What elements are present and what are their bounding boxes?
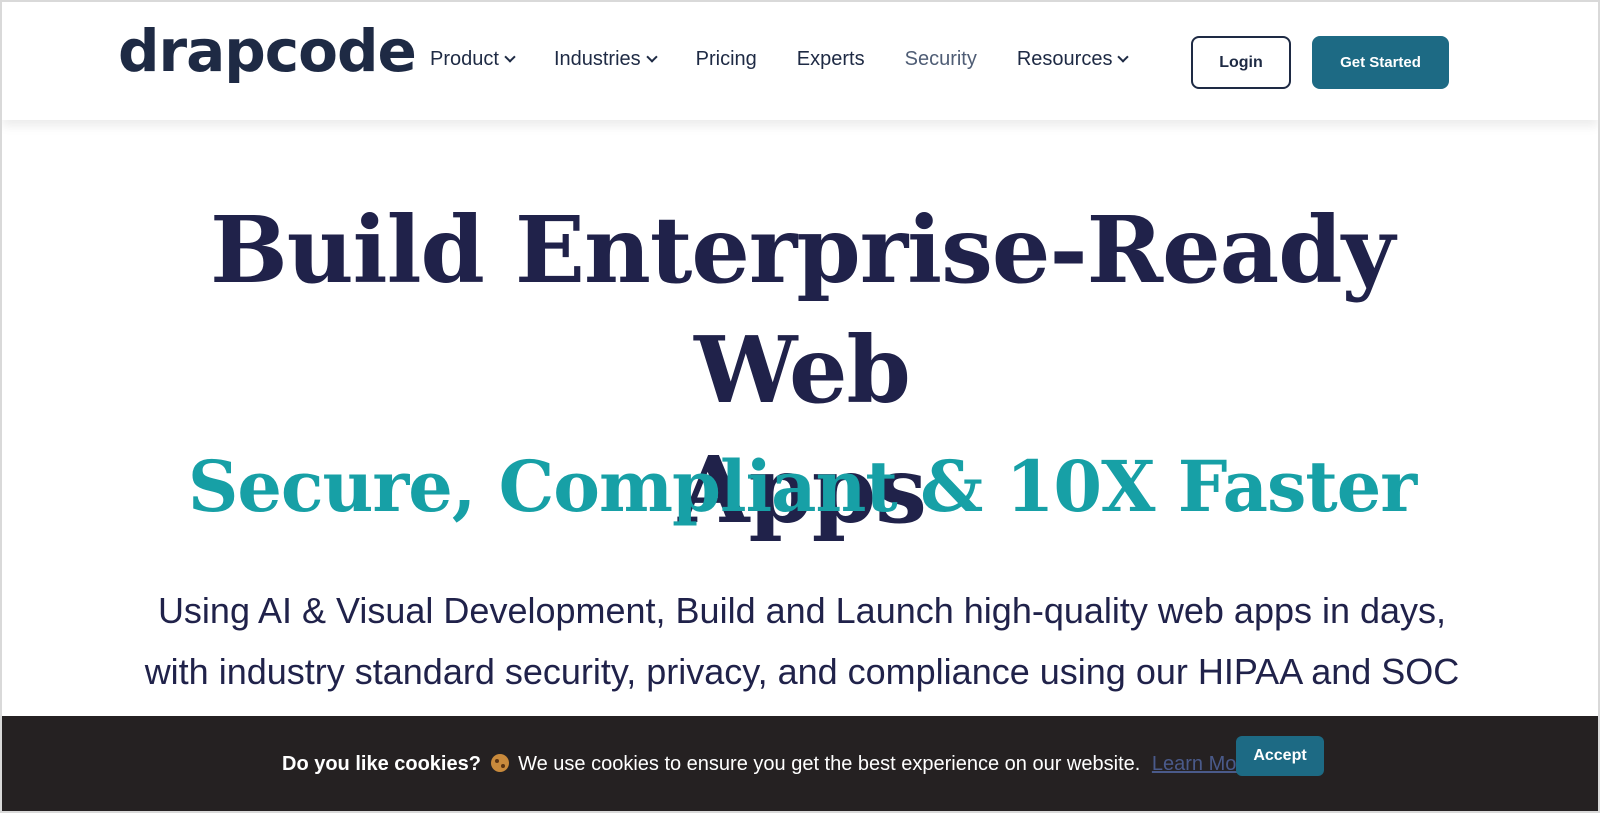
hero-title-line-1: Build Enterprise-Ready Web	[209, 196, 1395, 424]
nav-item-label: Security	[904, 48, 977, 70]
nav-item-label: Experts	[796, 48, 865, 70]
cookie-consent-bar: Do you like cookies? We use cookies to e…	[2, 716, 1598, 811]
login-button[interactable]: Login	[1191, 36, 1291, 89]
chevron-down-icon	[1117, 51, 1130, 63]
nav-item-product[interactable]: Product	[430, 48, 516, 71]
nav-item-label: Industries	[553, 48, 641, 70]
nav-item-experts[interactable]: Experts	[797, 48, 865, 71]
drapcode-logo[interactable]: drapcode	[118, 22, 417, 80]
site-header: drapcode Product Industries Pricing Expe…	[2, 2, 1598, 120]
nav-item-resources[interactable]: Resources	[1016, 48, 1130, 71]
cookie-icon	[490, 754, 509, 772]
nav-item-label: Product	[430, 48, 499, 70]
nav-item-industries[interactable]: Industries	[553, 48, 658, 71]
cookie-question: Do you like cookies?	[282, 753, 481, 775]
cookie-message-text: We use cookies to ensure you get the bes…	[518, 753, 1141, 775]
hero-description-line-1: Using AI & Visual Development, Build and…	[157, 590, 1447, 631]
main-nav: Product Industries Pricing Experts Secur…	[430, 48, 1167, 71]
nav-item-label: Pricing	[695, 48, 757, 70]
hero-description-line-2: with industry standard security, privacy…	[144, 651, 1460, 692]
browser-viewport: drapcode Product Industries Pricing Expe…	[0, 0, 1600, 813]
hero-description: Using AI & Visual Development, Build and…	[112, 580, 1492, 702]
cookie-message: Do you like cookies? We use cookies to e…	[282, 753, 1254, 776]
accept-cookies-button[interactable]: Accept	[1236, 736, 1324, 776]
chevron-down-icon	[645, 51, 658, 63]
chevron-down-icon	[504, 51, 516, 63]
hero-subtitle: Secure, Compliant & 10X Faster	[187, 445, 1417, 528]
nav-item-label: Resources	[1016, 48, 1113, 70]
nav-item-security[interactable]: Security	[905, 48, 977, 71]
nav-item-pricing[interactable]: Pricing	[696, 48, 757, 71]
get-started-button[interactable]: Get Started	[1312, 36, 1449, 89]
